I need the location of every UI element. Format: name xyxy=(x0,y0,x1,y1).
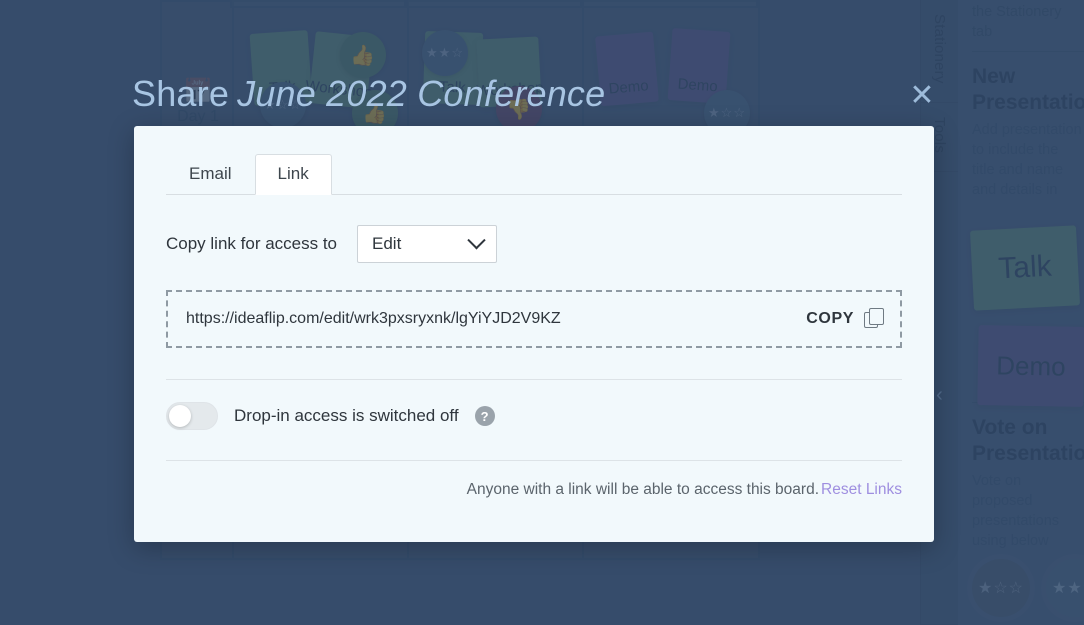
copy-icon xyxy=(864,308,886,330)
modal-divider-bottom xyxy=(166,460,902,461)
dropin-access-label: Drop-in access is switched off xyxy=(234,406,459,425)
tab-link[interactable]: Link xyxy=(254,154,332,195)
access-label: Copy link for access to xyxy=(166,234,338,253)
share-dialog-title: Share June 2022 Conference xyxy=(132,72,605,116)
access-level-value: Edit xyxy=(372,234,402,253)
footer-note: Anyone with a link will be able to acces… xyxy=(466,481,820,498)
close-icon[interactable]: ✕ xyxy=(906,80,938,112)
dropin-access-toggle[interactable] xyxy=(166,402,218,430)
dropin-access-row: Drop-in access is switched off ? xyxy=(166,402,902,430)
share-link-url: https://ideaflip.com/edit/wrk3pxsryxnk/l… xyxy=(186,310,561,327)
access-row: Copy link for access to Edit xyxy=(166,225,902,263)
copy-button[interactable]: COPY xyxy=(806,308,886,330)
toggle-knob xyxy=(169,405,191,427)
access-level-select[interactable]: Edit xyxy=(357,225,498,263)
modal-divider-top xyxy=(166,379,902,380)
modal-tabs: Email Link xyxy=(166,153,902,195)
chevron-down-icon xyxy=(467,230,486,249)
share-title-prefix: Share xyxy=(132,73,230,114)
share-title-board-name: June 2022 Conference xyxy=(237,73,606,114)
share-link-box[interactable]: https://ideaflip.com/edit/wrk3pxsryxnk/l… xyxy=(166,290,902,348)
share-modal: Email Link Copy link for access to Edit … xyxy=(134,126,934,542)
modal-footer: Anyone with a link will be able to acces… xyxy=(166,481,902,499)
tab-email[interactable]: Email xyxy=(166,154,255,195)
reset-links-button[interactable]: Reset Links xyxy=(821,481,902,498)
copy-button-label: COPY xyxy=(806,310,854,327)
help-icon[interactable]: ? xyxy=(474,406,495,426)
